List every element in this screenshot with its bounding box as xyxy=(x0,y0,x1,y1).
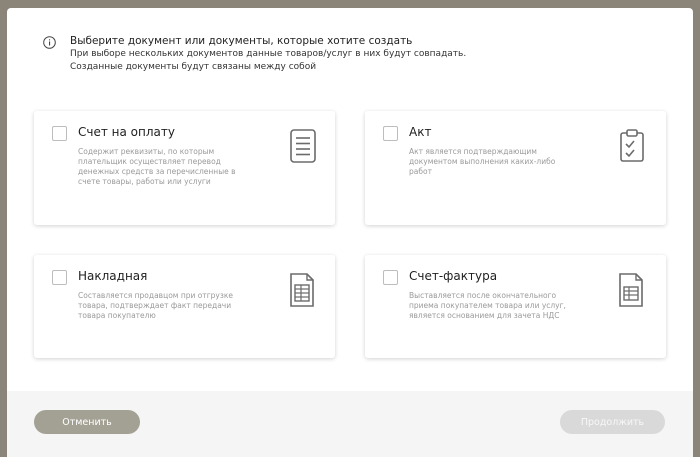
card-waybill[interactable]: Накладная Составляется продавцом при отг… xyxy=(34,255,335,358)
info-text: Выберите документ или документы, которые… xyxy=(70,34,630,74)
clipboard-check-icon xyxy=(620,129,644,162)
invoice-checkbox[interactable] xyxy=(52,126,67,141)
card-title: Накладная xyxy=(78,269,148,283)
card-description: Акт является подтверждающим документом в… xyxy=(409,147,556,176)
info-title: Выберите документ или документы, которые… xyxy=(70,35,413,47)
document-table-icon xyxy=(619,273,643,307)
cancel-button[interactable]: Отменить xyxy=(34,410,140,434)
info-icon xyxy=(43,36,56,49)
card-vat-invoice[interactable]: Счет-фактура Выставляется после окончате… xyxy=(365,255,666,358)
card-description: Содержит реквизиты, по которым плательщи… xyxy=(78,147,236,186)
info-line-1: При выборе нескольких документов данные … xyxy=(70,49,467,59)
info-line-2: Созданные документы будут связаны между … xyxy=(70,62,317,72)
act-checkbox[interactable] xyxy=(383,126,398,141)
create-document-dialog: Выберите документ или документы, которые… xyxy=(7,8,693,457)
document-table-icon xyxy=(290,273,314,307)
dialog-footer: Отменить Продолжить xyxy=(7,391,693,457)
card-title: Счет-фактура xyxy=(409,269,498,283)
vat-invoice-checkbox[interactable] xyxy=(383,270,398,285)
card-invoice[interactable]: Счет на оплату Содержит реквизиты, по ко… xyxy=(34,111,335,225)
card-title: Счет на оплату xyxy=(78,125,175,139)
card-description: Выставляется после окончательного приема… xyxy=(409,291,566,320)
card-title: Акт xyxy=(409,125,432,139)
document-lines-icon xyxy=(290,129,316,163)
card-act[interactable]: Акт Акт является подтверждающим документ… xyxy=(365,111,666,225)
card-description: Составляется продавцом при отгрузке това… xyxy=(78,291,233,320)
waybill-checkbox[interactable] xyxy=(52,270,67,285)
continue-button[interactable]: Продолжить xyxy=(560,410,665,434)
